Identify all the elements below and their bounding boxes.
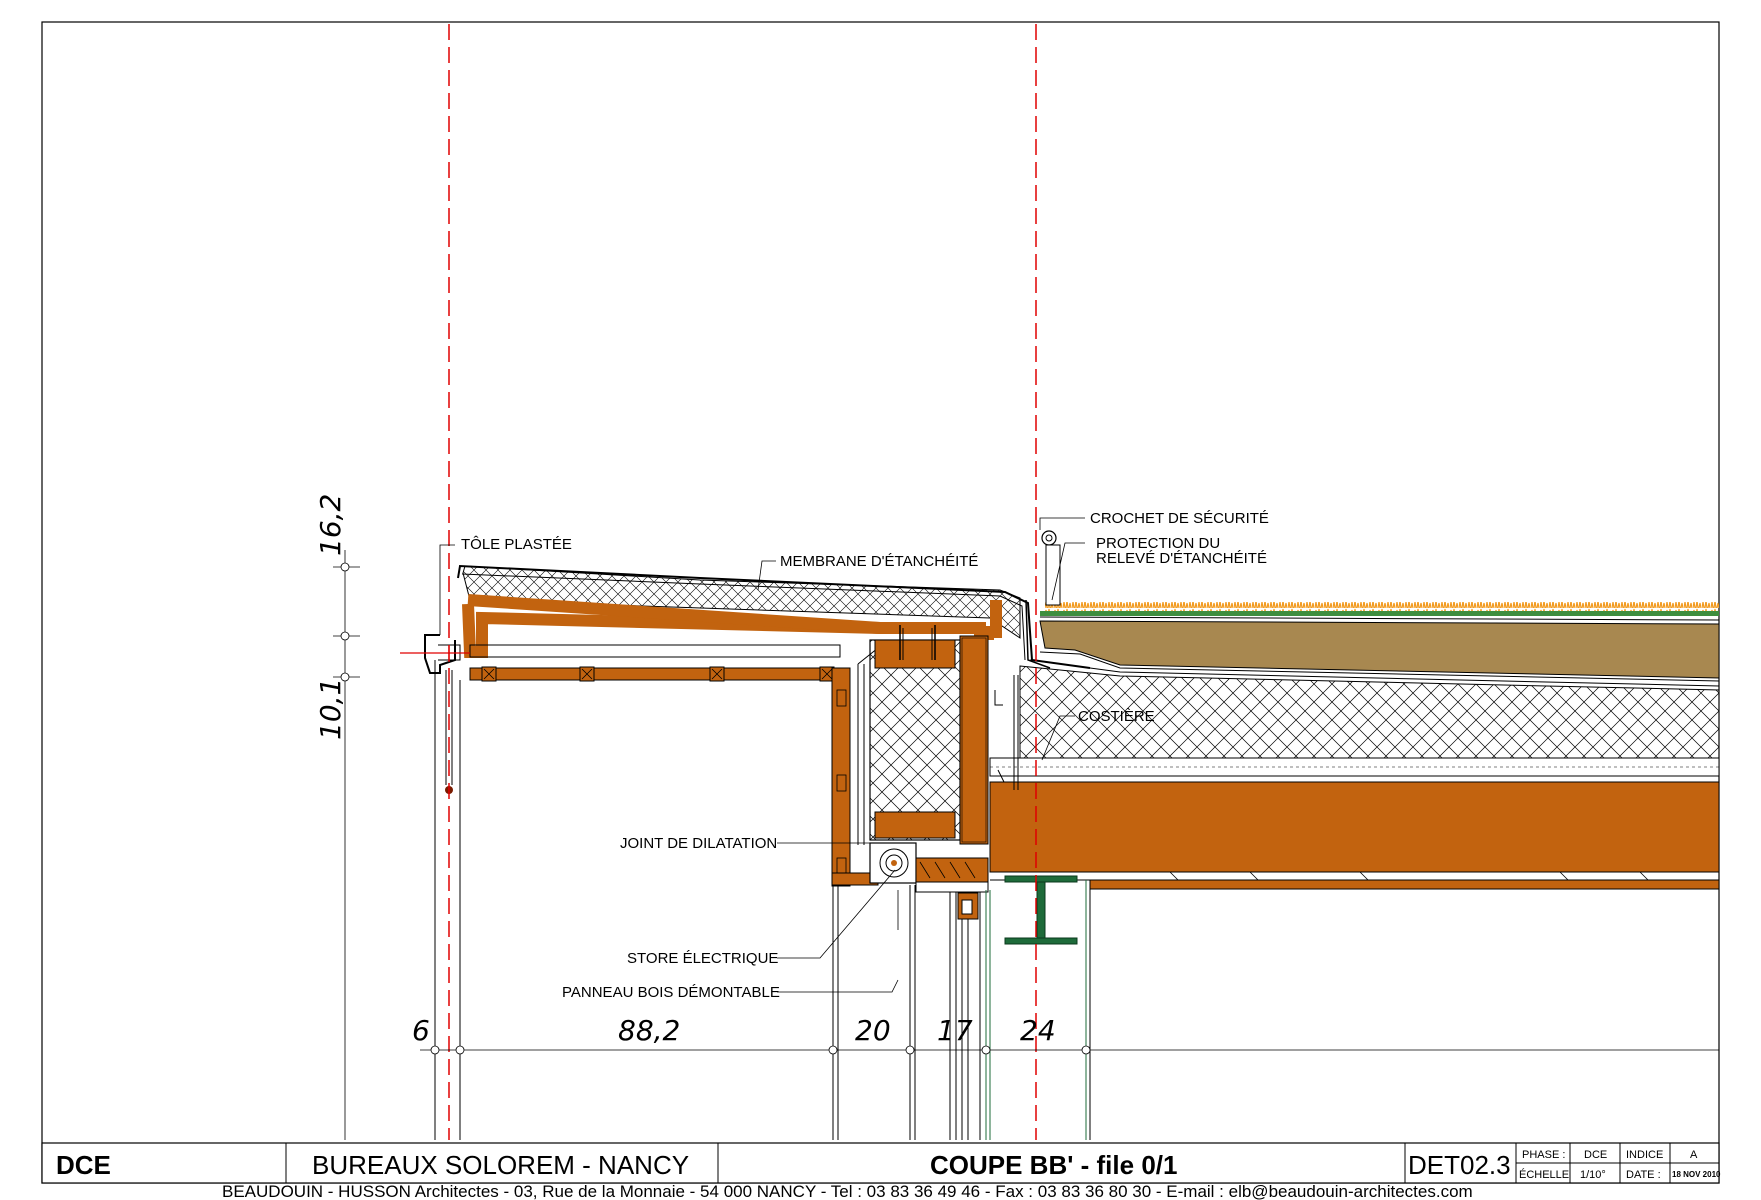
tb-sheet-number: DET02.3 (1408, 1150, 1511, 1180)
tb-echelle-value: 1/10° (1580, 1169, 1606, 1181)
steel-i-beam (1004, 875, 1078, 945)
label-membrane: MEMBRANE D'ÉTANCHÉITÉ (780, 553, 978, 570)
label-panneau: PANNEAU BOIS DÉMONTABLE (562, 984, 780, 1001)
sheet-metal-edge (424, 634, 456, 674)
vertical-dimension-chain: 16,2 10,1 (314, 494, 360, 1140)
roof-slab-wood (989, 781, 1720, 873)
green-roof (989, 602, 1720, 890)
tb-phase-label: PHASE : (1522, 1149, 1565, 1161)
tb-phase-code: DCE (56, 1150, 111, 1180)
tb-project: BUREAUX SOLOREM - NANCY (312, 1150, 689, 1180)
ceiling-beam (1089, 879, 1720, 890)
tb-phase-value: DCE (1584, 1149, 1607, 1161)
construction-detail-drawing: 6 88,2 20 17 24 16,2 10,1 TÔLE PLASTÉE M… (41, 21, 1721, 1200)
label-joint: JOINT DE DILATATION (620, 835, 777, 852)
tb-indice-value: A (1690, 1149, 1698, 1161)
title-block: DCE BUREAUX SOLOREM - NANCY COUPE BB' - … (41, 1142, 1721, 1184)
footer-address: BEAUDOUIN - HUSSON Architectes - 03, Rue… (222, 1182, 1473, 1200)
dimension-24: 24 (1020, 1014, 1056, 1047)
tb-echelle-label: ÉCHELLE (1519, 1168, 1569, 1181)
label-costiere: COSTIÈRE (1078, 708, 1155, 725)
label-store: STORE ÉLECTRIQUE (627, 950, 778, 967)
tb-indice-label: INDICE (1626, 1149, 1663, 1161)
horizontal-dimension-chain: 6 88,2 20 17 24 (412, 1014, 1719, 1055)
dimension-20: 20 (855, 1014, 891, 1047)
label-crochet: CROCHET DE SÉCURITÉ (1090, 510, 1269, 527)
label-tole-plastee: TÔLE PLASTÉE (461, 536, 572, 553)
tb-drawing-title: COUPE BB' - file 0/1 (930, 1150, 1177, 1180)
dimension-16-2: 16,2 (314, 494, 347, 556)
insulated-post (869, 625, 989, 845)
grass-layer (1040, 611, 1719, 616)
dimension-88-2: 88,2 (618, 1014, 680, 1047)
tb-date-value: 18 NOV 2010 (1672, 1170, 1721, 1179)
soil-layer (1039, 620, 1720, 679)
window-frame (434, 660, 1091, 1140)
dimension-17: 17 (937, 1014, 973, 1047)
roller-blind-box (869, 842, 989, 893)
tb-date-label: DATE : (1626, 1169, 1661, 1181)
dimension-6: 6 (412, 1014, 430, 1047)
dimension-10-1: 10,1 (314, 678, 347, 740)
label-protection-2: RELEVÉ D'ÉTANCHÉITÉ (1096, 550, 1267, 567)
